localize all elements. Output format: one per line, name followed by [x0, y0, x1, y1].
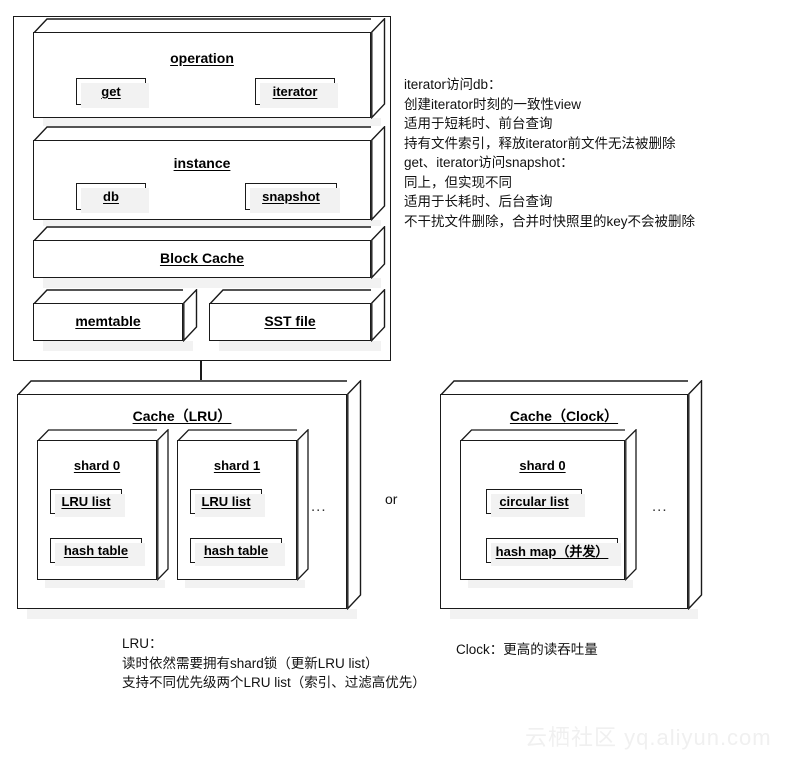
cache-lru-shard-0-hash-table-chip[interactable]: hash table	[50, 538, 145, 566]
cache-lru-shard-0-box-label: shard 0	[73, 458, 121, 473]
iterator-chip[interactable]: iterator	[255, 78, 338, 108]
clock-notes: Clock：更高的读吞吐量	[456, 642, 598, 657]
or-separator: or	[385, 491, 398, 507]
cache-clock-box-side-face	[688, 380, 704, 610]
block-cache-box[interactable]: Block Cache	[33, 226, 387, 288]
cache-lru-shard-1-box[interactable]: shard 1 LRU list hash table	[177, 429, 310, 588]
operation-box[interactable]: operation get iterator	[33, 18, 387, 128]
db-chip[interactable]: db	[76, 183, 149, 213]
cache-lru-box-label: Cache（LRU）	[132, 408, 232, 424]
instance-box-side-face	[371, 126, 387, 221]
cache-clock-box[interactable]: Cache（Clock） shard 0 circular list hash …	[440, 380, 704, 619]
snapshot-chip[interactable]: snapshot	[245, 183, 340, 213]
cache-clock-more-shards-ellipsis: ...	[652, 498, 668, 515]
memtable-box-side-face	[183, 289, 199, 342]
cache-lru-box[interactable]: Cache（LRU） shard 0 LRU list hash table s…	[17, 380, 363, 619]
cache-lru-shard-1-hash-table-chip[interactable]: hash table	[190, 538, 285, 566]
cache-clock-shard-0-hash-map-chip[interactable]: hash map（并发）	[486, 538, 621, 566]
diagram-canvas: operation get iterator instance db snaps…	[0, 0, 800, 758]
sst-file-box[interactable]: SST file	[209, 289, 387, 351]
cache-lru-shard-0-box[interactable]: shard 0 LRU list hash table	[37, 429, 170, 588]
cache-lru-shard-1-box-side-face	[297, 429, 310, 581]
sst-file-box-label: SST file	[264, 313, 316, 329]
watermark: 云栖社区 yq.aliyun.com	[525, 725, 772, 750]
block-cache-box-label: Block Cache	[159, 250, 245, 266]
cache-lru-more-shards-ellipsis: ...	[311, 498, 327, 515]
cache-lru-shard-1-lru-list-chip[interactable]: LRU list	[190, 489, 265, 517]
instance-box[interactable]: instance db snapshot	[33, 126, 387, 230]
cache-clock-shard-0-box-label: shard 0	[519, 458, 566, 473]
cache-clock-shard-0-circular-list-chip[interactable]: circular list	[486, 489, 585, 517]
get-chip[interactable]: get	[76, 78, 149, 108]
memtable-box[interactable]: memtable	[33, 289, 199, 351]
iterator-snapshot-notes: iterator访问db： 创建iterator时刻的一致性view 适用于短耗…	[404, 77, 696, 229]
lru-notes: LRU： 读时依然需要拥有shard锁（更新LRU list） 支持不同优先级两…	[122, 636, 426, 690]
cache-lru-shard-0-box-side-face	[157, 429, 170, 581]
operation-box-label: operation	[170, 50, 234, 66]
cache-clock-box-label: Cache（Clock）	[509, 408, 619, 424]
cache-lru-shard-0-lru-list-chip[interactable]: LRU list	[50, 489, 125, 517]
operation-box-side-face	[371, 18, 387, 119]
block-cache-box-side-face	[371, 226, 387, 279]
cache-lru-shard-1-box-label: shard 1	[213, 458, 261, 473]
memtable-box-label: memtable	[75, 313, 141, 329]
sst-file-box-side-face	[371, 289, 387, 342]
cache-clock-shard-0-box[interactable]: shard 0 circular list hash map（并发）	[460, 429, 638, 588]
instance-box-label: instance	[173, 155, 231, 171]
cache-lru-box-side-face	[347, 380, 363, 610]
cache-clock-shard-0-box-side-face	[625, 429, 638, 581]
